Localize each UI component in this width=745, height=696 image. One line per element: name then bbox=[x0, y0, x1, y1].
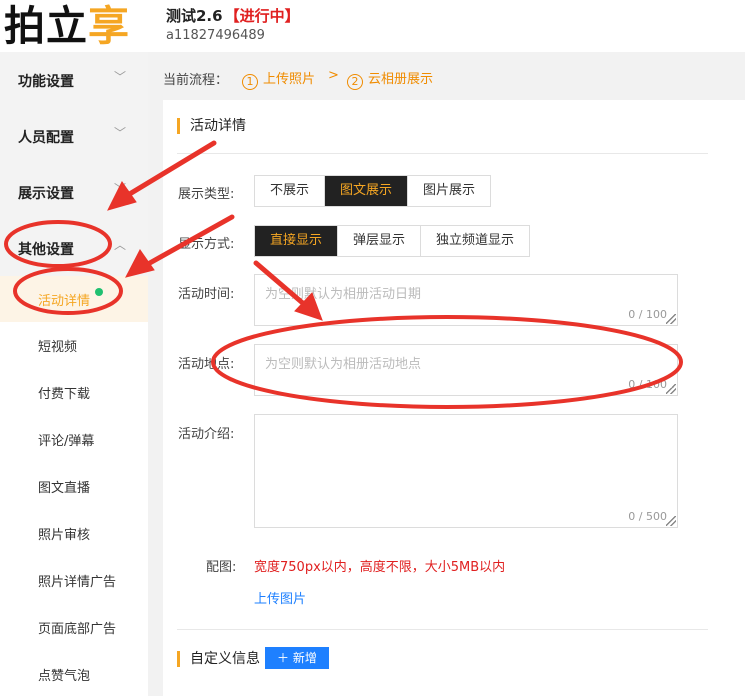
sidebar: 功能设置 ﹀ 人员配置 ﹀ 展示设置 ﹀ 其他设置 ︿ 活动详情 短视频 付费下… bbox=[0, 52, 148, 696]
resize-handle-icon[interactable] bbox=[666, 384, 676, 394]
sidebar-group-label: 其他设置 bbox=[18, 242, 74, 258]
plus-icon: ＋ bbox=[277, 651, 293, 665]
display-mode-popup[interactable]: 弹层显示 bbox=[338, 226, 422, 256]
chevron-down-icon: ﹀ bbox=[114, 182, 127, 196]
sidebar-item-label: 图文直播 bbox=[38, 481, 91, 496]
album-title: 测试2.6 【进行中】 bbox=[166, 5, 300, 26]
section-title: 活动详情 bbox=[177, 118, 246, 134]
sidebar-item-photo-review[interactable]: 照片审核 bbox=[0, 510, 148, 556]
upload-image-link[interactable]: 上传图片 bbox=[254, 588, 306, 607]
sidebar-item-label: 照片审核 bbox=[38, 528, 91, 543]
sidebar-item-photo-ads[interactable]: 照片详情广告 bbox=[0, 557, 148, 603]
sidebar-item-comments[interactable]: 评论/弹幕 bbox=[0, 416, 148, 462]
sidebar-item-paid-download[interactable]: 付费下载 bbox=[0, 369, 148, 415]
chevron-down-icon: ﹀ bbox=[114, 70, 127, 84]
album-name: 测试2.6 bbox=[166, 7, 223, 25]
sidebar-item-label: 照片详情广告 bbox=[38, 575, 117, 590]
display-mode-direct[interactable]: 直接显示 bbox=[255, 226, 339, 256]
activity-intro-label: 活动介绍: bbox=[178, 427, 235, 442]
sidebar-group-label: 展示设置 bbox=[18, 186, 74, 202]
display-mode-selector: 直接显示 弹层显示 独立频道显示 bbox=[254, 225, 531, 257]
account-id: a11827496489 bbox=[166, 28, 265, 43]
input-placeholder: 为空则默认为相册活动地点 bbox=[265, 357, 422, 372]
main-content: 当前流程： 1 上传照片 > 2 云相册展示 活动详情 展示类型: 不展示 图文展示… bbox=[148, 52, 745, 696]
sidebar-item-label: 页面底部广告 bbox=[38, 622, 117, 637]
chevron-up-icon: ︿ bbox=[114, 238, 127, 252]
resize-handle-icon[interactable] bbox=[666, 314, 676, 324]
flow-bar: 当前流程： 1 上传照片 > 2 云相册展示 bbox=[148, 52, 745, 100]
resize-handle-icon[interactable] bbox=[666, 516, 676, 526]
sidebar-item-like-bubble[interactable]: 点赞气泡 bbox=[0, 651, 148, 696]
display-type-none[interactable]: 不展示 bbox=[255, 176, 326, 206]
flow-step-upload[interactable]: 1 上传照片 bbox=[242, 68, 315, 90]
display-type-selector: 不展示 图文展示 图片展示 bbox=[254, 175, 492, 207]
status-badge: 【进行中】 bbox=[224, 7, 300, 25]
activity-time-label: 活动时间: bbox=[178, 287, 235, 302]
chevron-down-icon: ﹀ bbox=[114, 126, 127, 140]
char-counter: 0 / 500 bbox=[628, 510, 667, 523]
sidebar-item-activity-detail[interactable]: 活动详情 bbox=[0, 276, 148, 322]
sidebar-group-label: 人员配置 bbox=[18, 130, 74, 146]
sidebar-group-function[interactable]: 功能设置 ﹀ bbox=[0, 52, 148, 108]
custom-info-title: 自定义信息 bbox=[177, 651, 260, 667]
flow-step-label: 上传照片 bbox=[263, 72, 316, 87]
display-type-image[interactable]: 图片展示 bbox=[408, 176, 490, 206]
sidebar-item-live-text[interactable]: 图文直播 bbox=[0, 463, 148, 509]
activity-time-input[interactable]: 为空则默认为相册活动日期 0 / 100 bbox=[254, 274, 678, 326]
sidebar-item-short-video[interactable]: 短视频 bbox=[0, 322, 148, 368]
display-type-image-text[interactable]: 图文展示 bbox=[325, 176, 409, 206]
app-window: 拍立享 测试2.6 【进行中】 a11827496489 功能设置 ﹀ 人员配置 … bbox=[0, 0, 745, 696]
sidebar-group-label: 功能设置 bbox=[18, 74, 74, 90]
divider bbox=[177, 153, 708, 154]
divider bbox=[177, 629, 708, 630]
image-hint: 宽度750px以内，高度不限，大小5MB以内 bbox=[254, 560, 506, 575]
sidebar-item-label: 活动详情 bbox=[38, 294, 91, 309]
step-number-icon: 2 bbox=[347, 74, 363, 90]
char-counter: 0 / 100 bbox=[628, 378, 667, 391]
sidebar-item-label: 短视频 bbox=[38, 340, 78, 355]
input-placeholder: 为空则默认为相册活动日期 bbox=[265, 287, 422, 302]
sidebar-item-label: 评论/弹幕 bbox=[38, 434, 95, 449]
sidebar-group-other[interactable]: 其他设置 ︿ bbox=[0, 220, 148, 276]
add-button-label: 新增 bbox=[292, 651, 317, 665]
display-mode-label: 显示方式: bbox=[178, 237, 235, 252]
char-counter: 0 / 100 bbox=[628, 308, 667, 321]
sidebar-item-footer-ads[interactable]: 页面底部广告 bbox=[0, 604, 148, 650]
activity-intro-input[interactable]: 0 / 500 bbox=[254, 414, 678, 528]
display-type-label: 展示类型: bbox=[178, 187, 235, 202]
sidebar-group-display[interactable]: 展示设置 ﹀ bbox=[0, 164, 148, 220]
display-mode-channel[interactable]: 独立频道显示 bbox=[421, 226, 529, 256]
sidebar-group-staff[interactable]: 人员配置 ﹀ bbox=[0, 108, 148, 164]
step-number-icon: 1 bbox=[242, 74, 258, 90]
flow-step-label: 云相册展示 bbox=[368, 72, 434, 87]
flow-label: 当前流程： bbox=[163, 73, 229, 88]
status-dot-icon bbox=[95, 288, 103, 296]
add-custom-info-button[interactable]: ＋ 新增 bbox=[265, 647, 329, 669]
logo-accent-text: 享 bbox=[88, 2, 130, 50]
flow-separator: > bbox=[328, 68, 339, 83]
image-label: 配图: bbox=[206, 560, 237, 575]
sidebar-item-label: 点赞气泡 bbox=[38, 669, 91, 684]
sidebar-item-label: 付费下载 bbox=[38, 387, 91, 402]
header: 拍立享 测试2.6 【进行中】 a11827496489 bbox=[0, 0, 745, 52]
activity-place-label: 活动地点: bbox=[178, 357, 235, 372]
logo: 拍立享 bbox=[4, 2, 130, 50]
activity-place-input[interactable]: 为空则默认为相册活动地点 0 / 100 bbox=[254, 344, 678, 396]
activity-detail-card: 活动详情 展示类型: 不展示 图文展示 图片展示 显示方式: 直接显示 弹层显示… bbox=[163, 100, 745, 696]
flow-step-album[interactable]: 2 云相册展示 bbox=[347, 68, 433, 90]
logo-main-text: 拍立 bbox=[4, 2, 88, 50]
